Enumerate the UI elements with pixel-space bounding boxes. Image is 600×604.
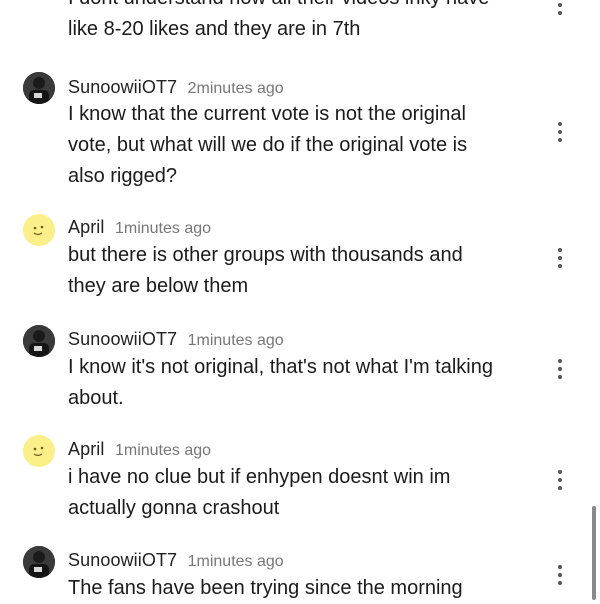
- kebab-menu-icon: [558, 248, 562, 252]
- comment-timestamp: 1minutes ago: [187, 553, 284, 570]
- user-photo-avatar[interactable]: [23, 72, 55, 104]
- comment-text-line: I dont understand how all their videos i…: [68, 0, 538, 14]
- comment-text-line: they are below them: [68, 275, 249, 297]
- smiley-emoji-avatar[interactable]: [23, 214, 55, 246]
- comment-text-line: but there is other groups with thousands…: [68, 244, 463, 266]
- kebab-menu-icon: [558, 359, 562, 363]
- kebab-menu-icon: [558, 470, 562, 474]
- smiley-emoji-avatar[interactable]: [23, 435, 55, 467]
- scrollbar[interactable]: [592, 506, 596, 600]
- comment-text-line: The fans have been trying since the morn…: [68, 577, 463, 599]
- comment-text: I know it's not original, that's not wha…: [68, 352, 538, 414]
- comment-text-line: like 8-20 likes and they are in 7th: [68, 18, 361, 40]
- more-options-button[interactable]: [550, 560, 570, 590]
- comment-text-line: I know it's not original, that's not wha…: [68, 356, 493, 378]
- comment-timestamp: 2minutes ago: [187, 80, 284, 97]
- comment-text: The fans have been trying since the morn…: [68, 573, 538, 604]
- comment-text: I dont understand how all their videos i…: [68, 0, 538, 45]
- comment-timestamp: 1minutes ago: [187, 332, 284, 349]
- comment-username[interactable]: April: [68, 439, 105, 459]
- comment-text-line: I know that the current vote is not the …: [68, 103, 466, 125]
- comment-text: but there is other groups with thousands…: [68, 240, 538, 302]
- comment-text-line: about.: [68, 387, 124, 409]
- comment-text-line: vote, but what will we do if the origina…: [68, 134, 468, 156]
- comment-text-line: actually gonna crashout: [68, 497, 280, 519]
- more-options-button[interactable]: [550, 0, 570, 20]
- more-options-button[interactable]: [550, 243, 570, 273]
- comment-username[interactable]: SunoowiiOT7: [68, 77, 177, 97]
- user-photo-avatar[interactable]: [23, 325, 55, 357]
- comment-timestamp: 1minutes ago: [114, 442, 212, 459]
- kebab-menu-icon: [558, 122, 562, 126]
- user-photo-avatar[interactable]: [23, 546, 55, 578]
- comment-username[interactable]: SunoowiiOT7: [68, 329, 177, 349]
- comment-text: i have no clue but if enhypen doesnt win…: [68, 462, 538, 524]
- more-options-button[interactable]: [550, 465, 570, 495]
- comment-username[interactable]: April: [68, 217, 105, 237]
- comment-username[interactable]: SunoowiiOT7: [68, 550, 177, 570]
- comment-timestamp: 1minutes ago: [114, 220, 212, 237]
- comment-text: I know that the current vote is not the …: [68, 99, 538, 192]
- more-options-button[interactable]: [550, 354, 570, 384]
- comment-text-line: also rigged?: [68, 165, 177, 187]
- comment-text-line: i have no clue but if enhypen doesnt win…: [68, 466, 451, 488]
- kebab-menu-icon: [558, 565, 562, 569]
- more-options-button[interactable]: [550, 117, 570, 147]
